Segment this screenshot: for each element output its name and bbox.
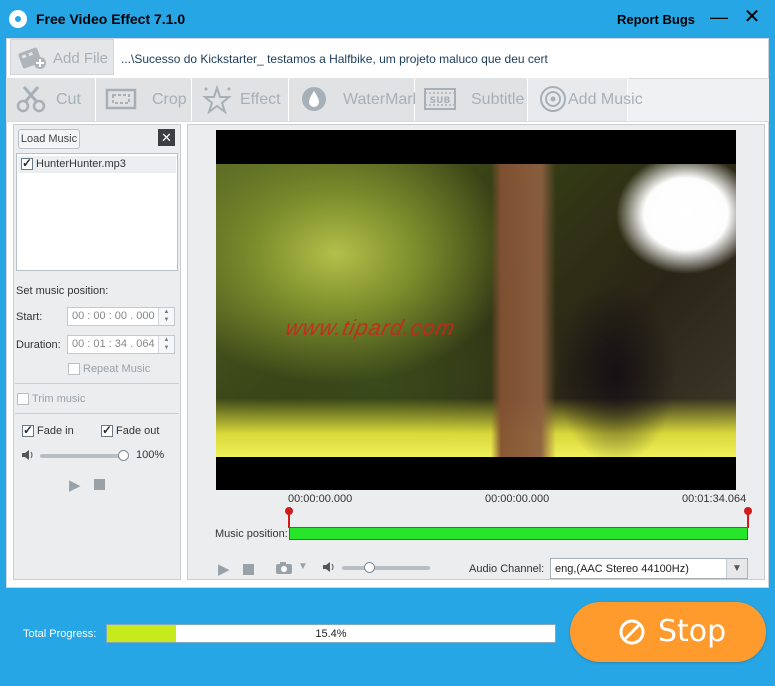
total-progress-bar: 15.4% (106, 624, 556, 643)
stop-button[interactable]: Stop (570, 602, 766, 662)
fade-in-checkbox[interactable] (22, 423, 34, 437)
music-play-button[interactable]: ▶ (69, 476, 81, 494)
video-volume-slider[interactable] (342, 561, 432, 575)
tab-subtitle-label: Subtitle (471, 91, 525, 108)
video-preview: www.tipard.com (216, 130, 736, 490)
music-volume-slider[interactable] (40, 449, 130, 463)
music-stop-button[interactable] (94, 479, 105, 490)
trim-music-label: Trim music (32, 393, 86, 405)
watermark-overlay: www.tipard.com (283, 315, 459, 340)
crop-icon (105, 88, 137, 110)
remove-music-button[interactable]: ✕ (158, 129, 175, 146)
video-frame (216, 164, 736, 457)
effect-star-icon (202, 84, 232, 114)
total-progress-percent: 15.4% (315, 628, 347, 640)
file-path: ...\Sucesso do Kickstarter_ testamos a H… (121, 52, 548, 66)
tab-subtitle[interactable]: SUB Subtitle (415, 78, 528, 121)
music-position-label: Music position: (215, 528, 288, 540)
repeat-music-checkbox[interactable] (68, 363, 80, 375)
film-add-icon (18, 47, 46, 69)
music-volume-knob[interactable] (118, 450, 129, 461)
audio-channel-value: eng,(AAC Stereo 44100Hz) (555, 563, 689, 575)
svg-text:SUB: SUB (430, 96, 451, 106)
tab-watermark-label: WaterMark (343, 91, 421, 108)
app-logo-icon (9, 10, 27, 28)
chevron-down-icon[interactable]: ▼ (726, 559, 747, 578)
music-item-name: HunterHunter.mp3 (36, 158, 126, 170)
tab-add-music[interactable]: Add Music (528, 78, 643, 121)
stop-circle-icon (619, 619, 645, 645)
time-current: 00:00:00.000 (485, 493, 550, 505)
duration-time-value: 00 : 01 : 34 . 064 (72, 338, 155, 350)
load-music-button[interactable]: Load Music (18, 129, 80, 149)
video-volume-knob[interactable] (364, 562, 375, 573)
subtitle-icon: SUB (424, 88, 456, 110)
duration-label: Duration: (16, 339, 61, 351)
snapshot-dropdown-arrow[interactable]: ▼ (298, 561, 308, 572)
duration-time-field[interactable]: 00 : 01 : 34 . 064 ▲ ▼ (67, 335, 175, 354)
music-end-handle[interactable] (744, 507, 752, 515)
trim-music-checkbox[interactable] (17, 393, 29, 405)
audio-channel-label: Audio Channel: (469, 563, 545, 575)
add-file-button[interactable]: Add File (10, 39, 114, 75)
video-play-button[interactable]: ▶ (218, 560, 230, 578)
start-time-field[interactable]: 00 : 00 : 00 . 000 ▲ ▼ (67, 307, 175, 326)
add-file-label: Add File (53, 50, 109, 67)
divider (15, 413, 179, 414)
tab-cut[interactable]: Cut (6, 78, 96, 121)
divider (15, 383, 179, 384)
tab-effect[interactable]: Effect (192, 78, 289, 121)
report-bugs-link[interactable]: Report Bugs (617, 12, 695, 27)
scissors-icon (16, 86, 46, 113)
music-item-checkbox[interactable] (21, 156, 33, 170)
fade-out-checkbox[interactable] (101, 423, 113, 437)
set-music-position-label: Set music position: (16, 285, 109, 297)
tab-add-music-label: Add Music (568, 91, 643, 108)
snapshot-camera-icon[interactable] (275, 561, 293, 575)
volume-icon (22, 450, 33, 460)
tab-watermark[interactable]: WaterMark (289, 78, 421, 121)
tab-crop-label: Crop (152, 91, 187, 108)
fade-out-label: Fade out (116, 425, 160, 437)
music-volume-track (40, 454, 128, 458)
duration-time-stepper[interactable]: ▲ ▼ (158, 336, 174, 353)
start-time-value: 00 : 00 : 00 . 000 (72, 310, 155, 322)
total-progress-label: Total Progress: (23, 628, 97, 640)
music-start-handle[interactable] (285, 507, 293, 515)
audio-channel-select[interactable]: eng,(AAC Stereo 44100Hz) ▼ (550, 558, 748, 579)
watermark-drop-icon (302, 87, 326, 111)
music-volume-percent: 100% (136, 449, 165, 461)
stop-label: Stop (658, 614, 727, 649)
video-stop-button[interactable] (243, 564, 254, 575)
music-position-bar[interactable] (289, 527, 748, 540)
minimize-button[interactable]: — (709, 8, 729, 28)
time-start: 00:00:00.000 (288, 493, 353, 505)
video-volume-track (342, 566, 430, 570)
repeat-music-label: Repeat Music (83, 363, 151, 375)
list-item[interactable]: HunterHunter.mp3 (18, 156, 176, 173)
start-time-stepper[interactable]: ▲ ▼ (158, 308, 174, 325)
tab-cut-label: Cut (56, 91, 81, 108)
fade-in-label: Fade in (37, 425, 74, 437)
time-end: 00:01:34.064 (682, 493, 747, 505)
close-window-button[interactable]: ✕ (742, 7, 762, 27)
tab-crop[interactable]: Crop (96, 78, 192, 121)
video-volume-icon (323, 562, 334, 572)
start-label: Start: (16, 311, 43, 323)
tab-effect-label: Effect (240, 91, 281, 108)
window-title: Free Video Effect 7.1.0 (36, 11, 186, 27)
music-disc-icon (540, 86, 566, 112)
